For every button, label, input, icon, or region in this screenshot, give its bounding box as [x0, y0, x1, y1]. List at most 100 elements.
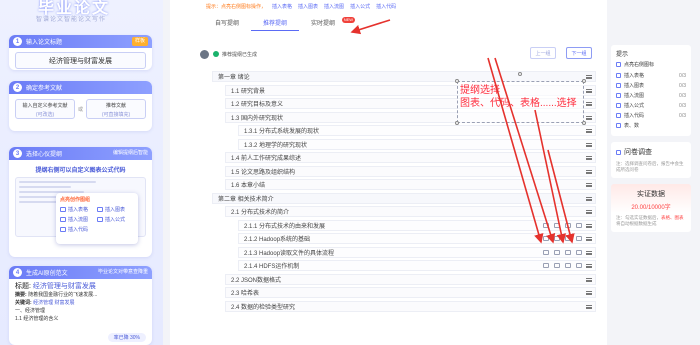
table-icon[interactable]: [543, 222, 549, 228]
popup-insert-chart[interactable]: 插入图表: [97, 206, 134, 213]
drag-handle-icon[interactable]: [586, 291, 592, 295]
outline-row[interactable]: 2.3 哈希表: [225, 287, 596, 298]
formula-icon[interactable]: [576, 249, 582, 255]
essay-subsection: 1.1 经济管理的含义: [15, 316, 59, 322]
flow-icon[interactable]: [565, 236, 571, 241]
prev-group-button[interactable]: 上一组: [530, 47, 556, 59]
tab-realtime-outline[interactable]: 实时提纲 NEW: [299, 17, 356, 31]
outline-row-text: 2.3 哈希表: [231, 291, 260, 297]
outline-row[interactable]: 1.6 本章小结: [225, 179, 596, 190]
real-data-card[interactable]: 实证数据 20.00/10000字 注：勾选实证数据后，表格、图表将自动根据数据…: [611, 184, 691, 232]
outline-row-text: 1.2 研究目标及意义: [231, 102, 284, 108]
insert-item-label: 插入代码: [624, 113, 645, 119]
tab-recommended-outline[interactable]: 推荐提纲: [251, 17, 300, 31]
survey-title: 问卷调查: [624, 149, 652, 156]
rate-pill: 率已降 30%: [107, 333, 146, 342]
drag-handle-icon[interactable]: [586, 250, 592, 255]
table-icon[interactable]: [543, 263, 549, 268]
drag-handle-icon[interactable]: [586, 196, 592, 201]
popup-insert-table[interactable]: 插入表格: [60, 206, 97, 213]
formula-icon[interactable]: [576, 263, 582, 268]
insert-item[interactable]: 表、数: [616, 122, 686, 129]
outline-row[interactable]: 2.2 JSON数据格式: [225, 273, 596, 285]
rotate-handle[interactable]: [518, 72, 522, 76]
drag-handle-icon[interactable]: [586, 115, 592, 120]
insert-item-label: 插入流图: [624, 93, 645, 99]
flow-icon[interactable]: [565, 222, 571, 228]
outline-row[interactable]: 第二章 相关技术简介: [212, 192, 596, 204]
popup-item-label: 插入公式: [105, 217, 126, 223]
formula-icon[interactable]: [576, 236, 582, 241]
drag-handle-icon[interactable]: [586, 304, 592, 309]
outline-row[interactable]: 2.1 分布式技术的简介: [225, 206, 596, 217]
refresh-icon[interactable]: [200, 49, 209, 59]
insert-item[interactable]: 插入代码 0/3: [616, 112, 686, 119]
popup-item-label: 插入流图: [68, 217, 89, 223]
drag-handle-icon[interactable]: [586, 237, 592, 241]
step-label: 选择心仪提纲: [26, 152, 63, 158]
outline-row[interactable]: 1.3.1 分布式系统发展的现状: [238, 125, 596, 136]
chart-icon[interactable]: [554, 263, 560, 268]
outline-row[interactable]: 2.1.4 HDFS运作机制: [238, 260, 596, 271]
app-logo-subtitle: 智谱论文智能论文写作: [36, 17, 107, 23]
annotation-box[interactable]: 提纲选择 图表、代码、表格......选择: [455, 72, 586, 125]
insert-item[interactable]: 插入图表 0/3: [616, 82, 686, 89]
notice-text: 提示：点亮右侧图标操作，: [206, 3, 267, 10]
drag-handle-icon[interactable]: [586, 183, 592, 187]
outline-row[interactable]: 2.1.2 Hadoop系统的基础: [238, 233, 596, 244]
drag-handle-icon[interactable]: [586, 210, 592, 214]
table-icon[interactable]: [543, 249, 549, 255]
flow-icon[interactable]: [565, 249, 571, 255]
survey-card[interactable]: 问卷调查 注：选择调查问卷后，报告中会生成所选问卷: [611, 142, 691, 178]
insert-item[interactable]: 插入表格 0/3: [616, 72, 686, 79]
tab-self-outline[interactable]: 自写提纲: [203, 17, 251, 31]
insert-item[interactable]: 插入公式 0/3: [616, 102, 686, 109]
notice-link-table[interactable]: 插入表格: [272, 3, 292, 10]
chart-icon[interactable]: [554, 249, 560, 255]
drag-handle-icon[interactable]: [586, 156, 592, 160]
table-icon[interactable]: [543, 236, 549, 241]
drag-handle-icon[interactable]: [586, 169, 592, 174]
drag-handle-icon[interactable]: [586, 223, 592, 228]
outline-row[interactable]: 1.3.2 地理学的研究现状: [238, 138, 596, 150]
notice-link-code[interactable]: 插入代码: [376, 3, 396, 10]
drag-handle-icon[interactable]: [586, 264, 592, 268]
formula-icon[interactable]: [576, 222, 582, 228]
drag-handle-icon[interactable]: [586, 75, 592, 79]
notice-link-formula[interactable]: 插入公式: [350, 3, 370, 10]
popup-insert-flow[interactable]: 插入流图: [60, 216, 97, 223]
notice-link-chart[interactable]: 插入图表: [298, 3, 318, 10]
custom-reference-button[interactable]: 输入自定义参考文献 (可改选): [15, 99, 75, 119]
drag-handle-icon[interactable]: [586, 129, 592, 133]
outline-row[interactable]: 1.4 前人工作研究成果综述: [225, 152, 596, 163]
left-panel: 毕业论文 智谱论文智能论文写作 1 输入论文标题 样板 经济管理与财富发展 2 …: [0, 0, 163, 345]
resize-handle[interactable]: [455, 79, 459, 83]
chart-icon[interactable]: [554, 222, 560, 228]
resize-handle[interactable]: [455, 121, 459, 125]
recommend-reference-button[interactable]: 推荐文献 (可直接填充): [85, 99, 146, 119]
resize-handle[interactable]: [582, 121, 586, 125]
outline-row[interactable]: 1.5 论文思路及组织结构: [225, 165, 596, 177]
sample-tag[interactable]: 样板: [131, 37, 148, 46]
drag-handle-icon[interactable]: [586, 142, 592, 147]
drag-handle-icon[interactable]: [586, 102, 592, 106]
custom-reference-label: 输入自定义参考文献: [22, 103, 68, 109]
outline-row[interactable]: 2.1.1 分布式技术的由来和发展: [238, 219, 596, 231]
flow-icon[interactable]: [565, 263, 571, 268]
insert-item-label: 插入公式: [624, 103, 645, 109]
notice-link-flow[interactable]: 插入流图: [324, 3, 344, 10]
resize-handle[interactable]: [582, 79, 586, 83]
outline-row-text: 2.1.4 HDFS运作机制: [244, 264, 300, 270]
insert-item[interactable]: 插入流图 0/3: [616, 92, 686, 99]
next-group-button[interactable]: 下一组: [566, 47, 592, 59]
popup-insert-formula[interactable]: 插入公式: [97, 216, 134, 223]
outline-row[interactable]: 2.4 数据的检验类型研究: [225, 300, 596, 312]
outline-row[interactable]: 2.1.3 Hadoop读取文件的具体流程: [238, 246, 596, 258]
drag-handle-icon[interactable]: [586, 277, 592, 282]
keywords-value: 经济管理 财富发展: [33, 300, 75, 306]
insert-icon: [616, 113, 621, 118]
popup-insert-code[interactable]: 插入代码: [60, 226, 97, 233]
paper-title-input[interactable]: 经济管理与财富发展: [15, 52, 146, 69]
chart-icon[interactable]: [554, 236, 560, 241]
drag-handle-icon[interactable]: [586, 88, 592, 93]
